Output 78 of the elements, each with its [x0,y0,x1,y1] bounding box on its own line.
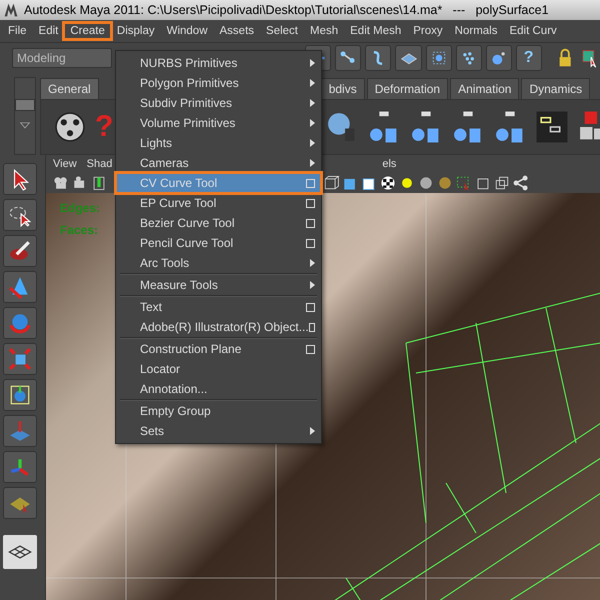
menu-item[interactable]: EP Curve Tool [116,193,321,213]
submenu-arrow-icon [310,79,315,87]
maya-logo-icon [4,3,18,17]
tool-button[interactable] [3,379,37,411]
submenu-arrow-icon [310,119,315,127]
option-box-icon[interactable] [306,218,315,228]
submenu-arrow-icon [310,99,315,107]
shelf-tab[interactable]: General [40,78,99,99]
hud-label: Faces: [60,223,100,237]
submenu-arrow-icon [310,59,315,67]
menu-item[interactable]: Subdiv Primitives [116,93,321,113]
menu-item[interactable]: Text [116,297,321,317]
toolbar-button[interactable] [426,45,452,71]
viewport-menu-item[interactable]: View [53,158,77,170]
manipulator-icon[interactable] [8,383,32,407]
menu-item[interactable]: Proxy [407,23,449,39]
hud-label: Edges: [60,201,100,215]
submenu-arrow-icon [310,139,315,147]
menu-item[interactable]: NURBS Primitives [116,53,321,73]
tool-button[interactable] [3,343,37,375]
submenu-arrow-icon [310,259,315,267]
menu-item[interactable]: Mesh [304,23,344,39]
tool-button[interactable] [3,235,37,267]
menu-item[interactable]: Volume Primitives [116,113,321,133]
menu-item[interactable]: Sets [116,421,321,441]
menu-item[interactable]: Lights [116,133,321,153]
shelf-menu-button[interactable] [15,99,35,111]
window-title: Autodesk Maya 2011: C:\Users\Picipolivadi\Desktop\Tutorial\scenes\14.ma* --- polySurface1 [24,3,549,17]
menu-item[interactable]: Select [260,23,304,39]
cube-scale-icon[interactable] [8,347,32,371]
option-box-icon[interactable] [306,344,315,354]
option-box-icon[interactable] [306,238,315,248]
toolbar-button[interactable] [486,45,512,71]
menu-item[interactable]: Create [64,23,111,39]
option-box-icon[interactable] [306,302,315,312]
menu-item[interactable]: Empty Group [116,401,321,421]
menu-item[interactable]: Measure Tools [116,275,321,295]
menu-item[interactable]: Construction Plane [116,339,321,359]
shelf-tab[interactable]: bdivs [320,78,365,99]
submenu-arrow-icon [310,427,315,435]
option-box-icon[interactable] [306,198,315,208]
toolbar-button[interactable] [395,45,422,71]
checker-ball-icon[interactable] [379,174,397,192]
toolbar-button[interactable] [365,45,392,71]
menu-item[interactable]: Edit Curv [503,23,563,39]
menu-item[interactable]: Annotation... [116,379,321,399]
menu-item[interactable]: Bezier Curve Tool [116,213,321,233]
menu-item[interactable]: Edit Mesh [344,23,408,39]
menu-item[interactable]: File [2,23,33,39]
menu-item[interactable]: Edit [32,23,64,39]
share-icon[interactable] [512,174,530,192]
menu-item[interactable]: Locator [116,359,321,379]
help-button[interactable]: ? [516,45,542,71]
mode-dropdown[interactable]: Modeling [12,48,112,68]
option-box-icon[interactable] [308,322,315,332]
menu-item[interactable]: Display [110,23,161,39]
menu-item[interactable]: Arc Tools [116,253,321,273]
shelf-tab[interactable]: Animation [450,78,520,99]
tool-button[interactable] [3,199,37,231]
overlap-squares-icon[interactable] [493,174,511,192]
film-reel-icon[interactable] [53,110,87,144]
viewport-menu-item[interactable]: Shad [86,158,112,170]
menu-item[interactable]: Assets [214,23,260,39]
menu-item[interactable]: Adobe(R) Illustrator(R) Object... [116,317,321,337]
menu-item[interactable]: Pencil Curve Tool [116,233,321,253]
menu-item[interactable]: Polygon Primitives [116,73,321,93]
submenu-arrow-icon [310,281,315,289]
tool-button[interactable] [3,271,37,303]
toolbar-button[interactable] [335,45,362,71]
shelf-tab[interactable]: Dynamics [521,78,590,99]
outliner-icon[interactable] [535,110,570,144]
menu-item[interactable]: Window [160,23,214,39]
tool-button[interactable] [3,451,37,483]
tool-button[interactable] [3,163,37,195]
menu-item[interactable]: Normals [448,23,504,39]
viewport-menu-item[interactable]: els [382,158,396,170]
toolbar-button[interactable] [456,45,482,71]
shelf-tab[interactable]: Deformation [366,78,448,99]
